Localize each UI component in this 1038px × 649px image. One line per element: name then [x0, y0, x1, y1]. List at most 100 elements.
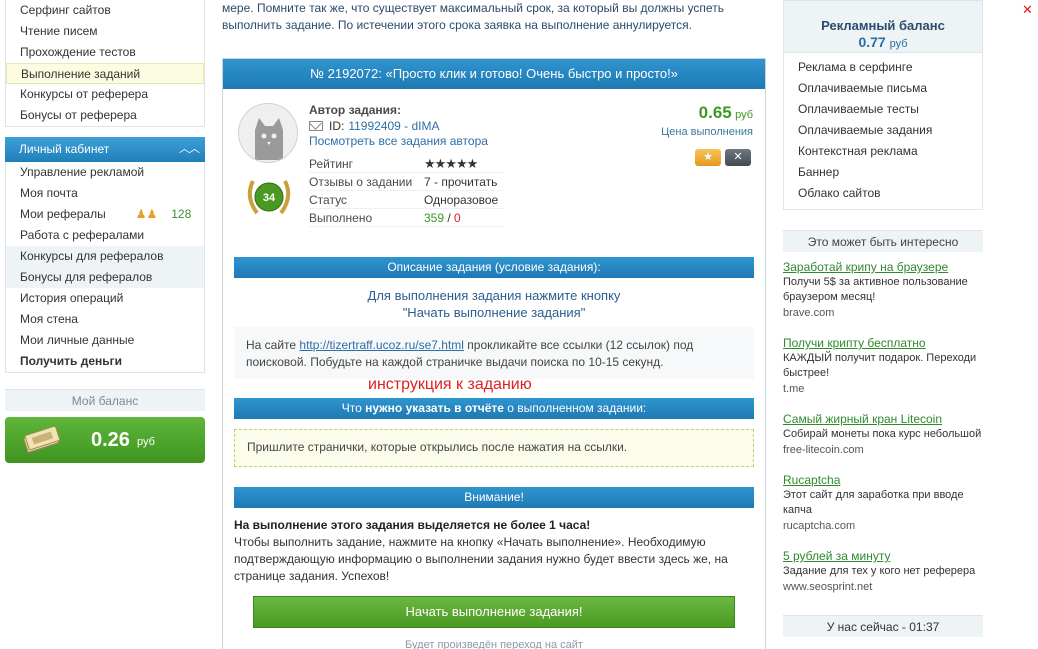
report-requirements: Пришлите странички, которые открылись по…	[234, 429, 754, 467]
promo-item: Заработай крипу на браузере Получи 5$ за…	[783, 259, 983, 321]
description-link[interactable]: http://tizertraff.ucoz.ru/se7.html	[299, 338, 464, 352]
author-id-prefix: ID:	[329, 119, 345, 133]
promo-title-link[interactable]: Заработай крипу на браузере	[783, 259, 983, 275]
ad-menu-letters[interactable]: Оплачиваемые письма	[784, 78, 982, 99]
close-window-icon[interactable]: ✕	[1022, 2, 1033, 18]
menu-item-referer-bonuses[interactable]: Бонусы от реферера	[6, 105, 204, 126]
ad-menu-tests[interactable]: Оплачиваемые тесты	[784, 99, 982, 120]
author-id-row: ID: 11992409 - dIMA	[309, 119, 440, 133]
redirect-note: Будет произведён переход на сайт	[405, 639, 583, 649]
menu-item-surfing[interactable]: Серфинг сайтов	[6, 0, 204, 21]
ad-menu: Реклама в серфинге Оплачиваемые письма О…	[783, 53, 983, 210]
cabinet-item-label: Мои рефералы	[20, 207, 106, 221]
cabinet-item-ref-bonuses[interactable]: Бонусы для рефералов	[6, 267, 204, 288]
left-menu-top: Серфинг сайтов Чтение писем Прохождение …	[5, 0, 205, 127]
stat-label: Отзывы о задании	[309, 175, 413, 189]
stat-label: Выполнено	[309, 211, 373, 225]
cabinet-item-mail[interactable]: Моя почта	[6, 183, 204, 204]
ad-menu-context[interactable]: Контекстная реклама	[784, 141, 982, 162]
menu-item-tasks[interactable]: Выполнение заданий	[6, 63, 204, 84]
task-card: № 2192072: «Просто клик и готово! Очень …	[222, 58, 766, 649]
price-value: 0.65	[698, 103, 732, 122]
balance-box[interactable]: 0.26 руб	[5, 417, 205, 463]
stat-label: Рейтинг	[309, 157, 354, 171]
promo-title-link[interactable]: Самый жирный кран Litecoin	[783, 411, 983, 427]
promo-desc: Собирай монеты пока курс небольшой	[783, 428, 982, 440]
favorite-button[interactable]: ★	[695, 149, 721, 166]
ad-menu-cloud[interactable]: Облако сайтов	[784, 183, 982, 204]
promo-desc: КАЖДЫЙ получит подарок. Переходи быстрее…	[783, 352, 977, 379]
task-action-buttons: ★ ✕	[695, 149, 751, 166]
chevron-up-icon[interactable]: ︿︿	[179, 137, 200, 162]
start-task-button[interactable]: Начать выполнение задания!	[253, 596, 735, 628]
ad-balance-value-row: 0.77 руб	[784, 34, 982, 50]
cabinet-item-personal[interactable]: Мои личные данные	[6, 330, 204, 351]
promo-title-link[interactable]: 5 рублей за минуту	[783, 548, 983, 564]
menu-item-tests[interactable]: Прохождение тестов	[6, 42, 204, 63]
promo-url: brave.com	[783, 307, 835, 319]
done-separator: /	[444, 211, 455, 225]
cabinet-menu: Управление рекламой Моя почта Мои рефера…	[5, 162, 205, 373]
close-icon: ✕	[733, 151, 743, 163]
cat-avatar-icon	[239, 104, 297, 162]
reviews-link[interactable]: 7 - прочитать	[424, 173, 497, 190]
cabinet-item-ref-contests[interactable]: Конкурсы для рефералов	[6, 246, 204, 267]
done-values: 359 / 0	[424, 209, 461, 226]
report-bar: Что нужно указать в отчёте о выполненном…	[234, 398, 754, 419]
promo-item: Rucaptcha Этот сайт для заработка при вв…	[783, 472, 983, 534]
stat-row-rating: Рейтинг ★★★★★	[309, 155, 504, 173]
attention-bar: Внимание!	[234, 487, 754, 508]
ad-menu-banner[interactable]: Баннер	[784, 162, 982, 183]
cabinet-item-ad-manage[interactable]: Управление рекламой	[6, 162, 204, 183]
promo-title-link[interactable]: Получи крипту бесплатно	[783, 335, 983, 351]
promo-url: rucaptcha.com	[783, 520, 856, 532]
failed-count: 0	[454, 211, 461, 225]
balance-value: 0.26	[91, 429, 130, 451]
level-laurel-icon: 34	[247, 180, 291, 215]
author-id-link[interactable]: 11992409 - dIMA	[348, 119, 439, 133]
cabinet-header[interactable]: Личный кабинет ︿︿	[5, 137, 205, 162]
price-currency: руб	[735, 109, 753, 121]
level-badge: 34	[263, 192, 276, 204]
left-sidebar: Серфинг сайтов Чтение писем Прохождение …	[5, 0, 205, 463]
ad-menu-tasks[interactable]: Оплачиваемые задания	[784, 120, 982, 141]
promo-desc: Получи 5$ за активное пользование браузе…	[783, 276, 968, 303]
promo-item: Самый жирный кран Litecoin Собирай монет…	[783, 411, 983, 458]
promo-item: Получи крипту бесплатно КАЖДЫЙ получит п…	[783, 335, 983, 397]
description-title: Для выполнения задания нажмите кнопку "Н…	[234, 287, 754, 321]
promo-url: free-litecoin.com	[783, 444, 864, 456]
price-label: Цена выполнения	[661, 126, 753, 138]
hide-task-button[interactable]: ✕	[725, 149, 751, 166]
promo-url: t.me	[783, 383, 805, 395]
warning-bold: На выполнение этого задания выделяется н…	[234, 518, 591, 532]
ad-balance-currency: руб	[889, 38, 908, 50]
ad-balance-value: 0.77	[858, 34, 886, 50]
description-bar: Описание задания (условие задания):	[234, 257, 754, 278]
author-tasks-link[interactable]: Посмотреть все задания автора	[309, 134, 488, 148]
cabinet-item-wall[interactable]: Моя стена	[6, 309, 204, 330]
cabinet-item-ref-work[interactable]: Работа с рефералами	[6, 225, 204, 246]
menu-item-referer-contests[interactable]: Конкурсы от реферера	[6, 84, 204, 105]
cabinet-item-history[interactable]: История операций	[6, 288, 204, 309]
stat-label: Статус	[309, 193, 347, 207]
referrals-icon: ♟♟	[135, 207, 158, 221]
top-info-text: мере. Помните так же, что существует мак…	[222, 1, 724, 32]
done-count: 359	[424, 211, 445, 225]
online-now-bar: У нас сейчас - 01:37	[783, 615, 983, 637]
cabinet-item-withdraw[interactable]: Получить деньги	[6, 351, 204, 372]
ad-balance-box: Рекламный баланс 0.77 руб	[783, 0, 983, 53]
balance-title: Мой баланс	[5, 389, 205, 411]
description-prefix: На сайте	[246, 338, 300, 352]
stat-row-reviews: Отзывы о задании 7 - прочитать	[309, 173, 504, 191]
promo-title-link[interactable]: Rucaptcha	[783, 472, 983, 488]
description-body: На сайте http://tizertraff.ucoz.ru/se7.h…	[234, 327, 754, 379]
menu-item-letters[interactable]: Чтение писем	[6, 21, 204, 42]
balance-currency: руб	[137, 436, 155, 448]
cabinet-item-referrals[interactable]: Мои рефералы ♟♟ 128	[6, 204, 204, 225]
author-avatar[interactable]	[238, 103, 298, 163]
ad-menu-surfing[interactable]: Реклама в серфинге	[784, 57, 982, 78]
interest-title: Это может быть интересно	[783, 230, 983, 252]
ad-balance-title: Рекламный баланс	[821, 18, 945, 33]
mail-icon[interactable]	[309, 121, 323, 131]
task-title: № 2192072: «Просто клик и готово! Очень …	[223, 59, 765, 89]
